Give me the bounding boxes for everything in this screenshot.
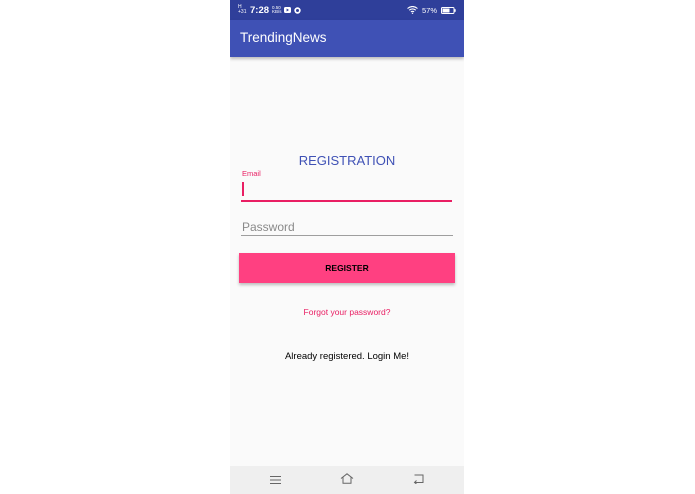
email-field[interactable] [241,178,452,202]
registration-heading: REGISTRATION [298,153,396,168]
register-button[interactable]: REGISTER [239,253,455,283]
navigation-bar [230,466,464,494]
back-icon [412,471,424,489]
phone-screen: H +31 7:28 0.50 KB/s 57% TrendingNews RE… [230,0,464,494]
sync-icon [294,6,301,14]
login-link[interactable]: Already registered. Login Me! [230,351,464,362]
menu-button[interactable] [260,471,290,489]
home-button[interactable] [332,471,362,489]
status-bar: H +31 7:28 0.50 KB/s 57% [230,0,464,20]
email-label: Email [242,169,261,178]
back-button[interactable] [403,471,433,489]
clock: 7:28 [250,4,270,16]
status-bar-right: 57% [407,0,456,20]
battery-icon [441,6,456,14]
forgot-password-link[interactable]: Forgot your password? [230,307,464,317]
battery-percent: 57% [421,5,437,15]
network-speed: 0.50 KB/s [272,4,282,14]
password-field[interactable] [241,218,453,236]
wifi-icon [407,6,418,14]
youtube-icon [284,7,292,13]
app-title: TrendingNews [240,30,327,45]
network-indicator: H +31 [238,4,247,15]
text-cursor [242,182,244,196]
status-bar-left: H +31 7:28 0.50 KB/s [238,0,301,20]
home-icon [340,471,354,489]
menu-icon [269,471,281,489]
app-bar: TrendingNews [230,20,464,57]
